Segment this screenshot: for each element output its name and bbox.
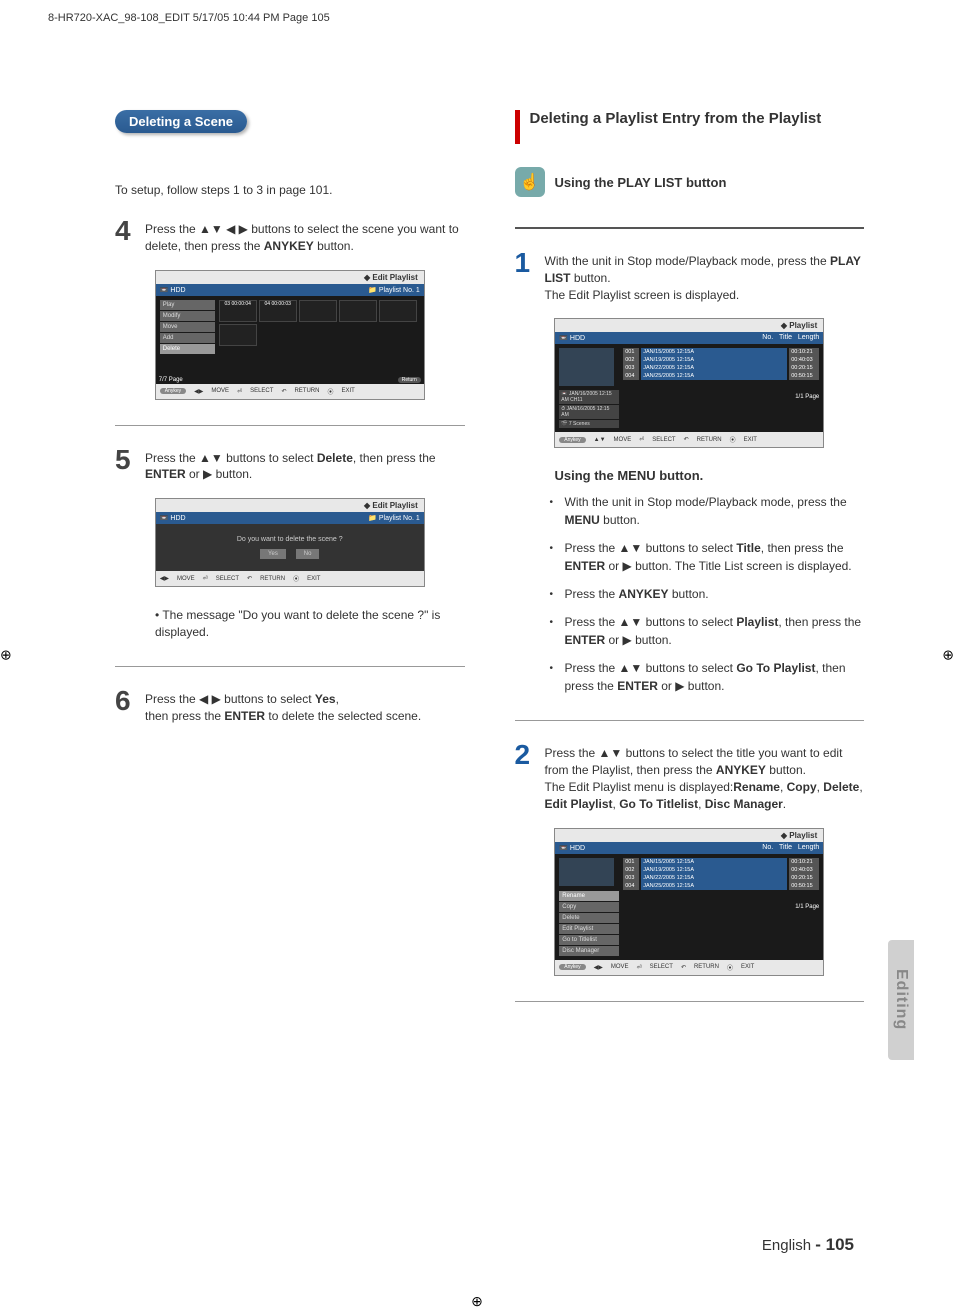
section-title: Deleting a Playlist Entry from the Playl…: [530, 110, 822, 127]
step-text: Press the ▲▼ buttons to select the title…: [545, 741, 865, 812]
step-number: 6: [115, 687, 135, 715]
bullet-list: With the unit in Stop mode/Playback mode…: [555, 493, 865, 695]
step-text: Press the ◀ ▶ buttons to select Yes, the…: [145, 687, 421, 725]
step-number: 1: [515, 249, 535, 277]
step-number: 2: [515, 741, 535, 769]
section-marker: [515, 110, 520, 144]
section-pill: Deleting a Scene: [115, 110, 247, 133]
intro-text: To setup, follow steps 1 to 3 in page 10…: [115, 183, 465, 197]
sub-title: Using the PLAY LIST button: [555, 175, 727, 190]
step-text: Press the ▲▼ ◀ ▶ buttons to select the s…: [145, 217, 465, 255]
menu-heading: Using the MENU button.: [555, 468, 865, 483]
step-text: With the unit in Stop mode/Playback mode…: [545, 249, 865, 303]
step-text: Press the ▲▼ buttons to select Delete, t…: [145, 446, 465, 484]
right-column: Deleting a Playlist Entry from the Playl…: [515, 110, 865, 1022]
step-note: • The message "Do you want to delete the…: [155, 607, 465, 641]
screenshot-delete-dialog: ◆ Edit Playlist 📼 HDD📁 Playlist No. 1 Do…: [155, 498, 425, 587]
left-column: Deleting a Scene To setup, follow steps …: [115, 110, 465, 1022]
crop-mark-icon: ⊕: [471, 1293, 483, 1310]
screenshot-playlist-menu: ◆ Playlist 📼 HDD No. Title Length Rename…: [554, 828, 824, 976]
page-footer: English - 105: [762, 1235, 854, 1255]
step-number: 4: [115, 217, 135, 245]
step-number: 5: [115, 446, 135, 474]
section-tab: Editing: [888, 940, 914, 1060]
crop-mark-icon: ⊕: [0, 647, 12, 664]
print-header: 8-HR720-XAC_98-108_EDIT 5/17/05 10:44 PM…: [48, 12, 330, 24]
screenshot-edit-playlist: ◆ Edit Playlist 📼 HDD📁 Playlist No. 1 Pl…: [155, 270, 425, 400]
screenshot-playlist: ◆ Playlist 📼 HDD No. Title Length 📼 JAN/…: [554, 318, 824, 448]
hand-icon: ☝: [515, 167, 545, 197]
crop-mark-icon: ⊕: [942, 647, 954, 664]
